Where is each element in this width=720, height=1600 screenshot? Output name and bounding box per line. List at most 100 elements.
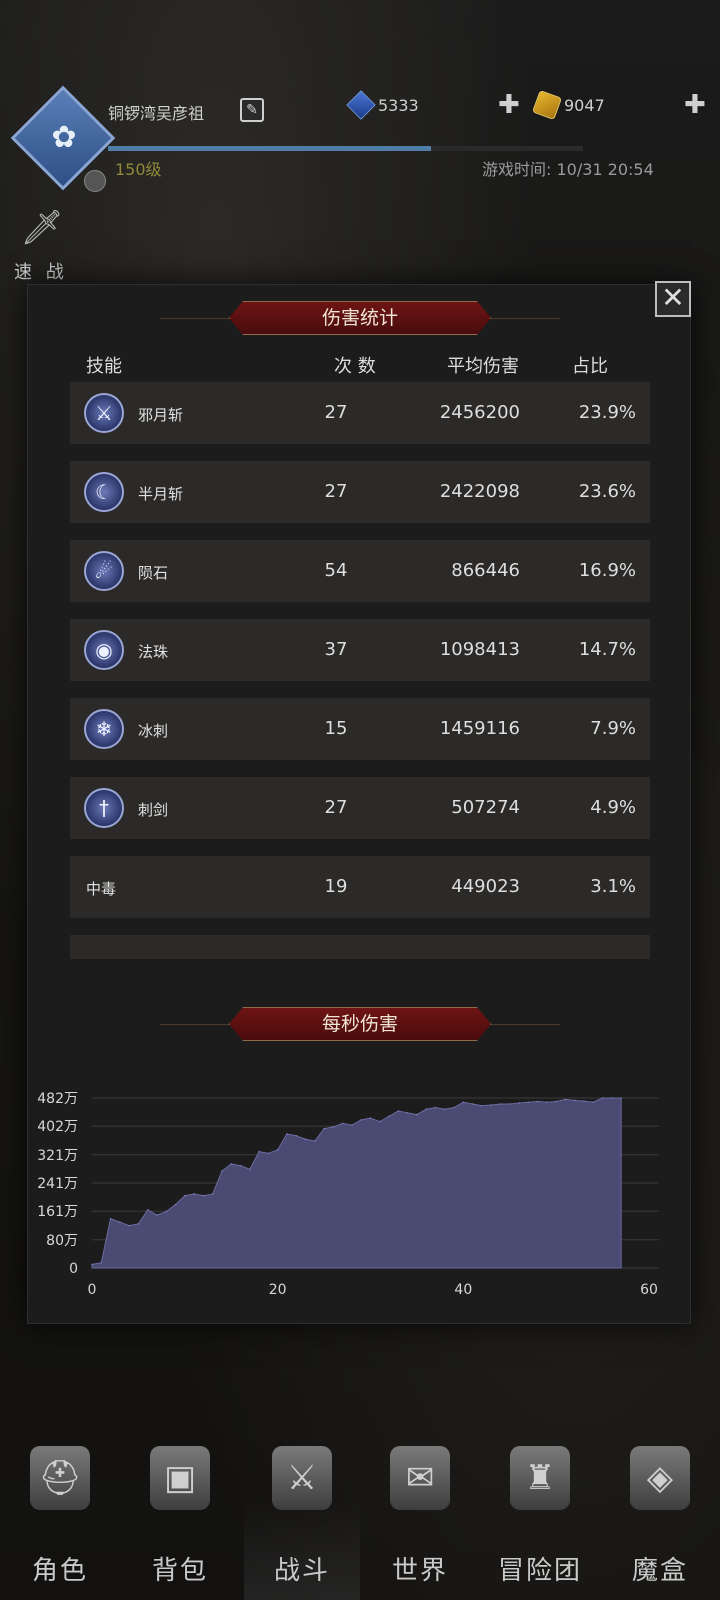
rapier-icon: † [84,788,124,828]
y-tick-label: 482万 [37,1091,78,1107]
dps-point [378,1120,381,1123]
skill-name: 刺剑 [138,801,169,819]
nav-label: 魔盒 [631,1556,688,1586]
dps-point [258,1150,260,1153]
currency-blue-value: 5333 [378,95,419,115]
table-row[interactable]: 中毒 19 449023 3.1% [70,856,650,918]
skill-name: 陨石 [138,564,169,582]
nav-label: 背包 [151,1556,208,1586]
skill-share: 23.6% [578,481,636,502]
dps-point [119,1221,121,1223]
skill-share: 4.9% [590,797,636,818]
game-time: 游戏时间: 10/31 20:54 [482,160,654,179]
nav-label: 角色 [31,1556,88,1586]
backpack-icon: ▣ [150,1446,210,1510]
skill-avg-damage: 449023 [451,876,520,897]
skill-count: 27 [324,402,348,423]
bottom-nav: ⛑ 角色 ▣ 背包 ⚔ 战斗 ✉ 世界 ♜ 冒险团 ◈ 魔盒 [0,1430,720,1600]
skill-name: 半月斩 [138,485,184,503]
dps-point [304,1138,307,1141]
dps-point [388,1115,390,1118]
exp-bar-fill [108,146,431,151]
dps-point [369,1117,372,1119]
skill-count: 15 [324,718,348,739]
x-tick-label: 0 [88,1282,97,1298]
skill-name: 冰刺 [138,722,169,740]
nav-adventure-team[interactable]: ♜ 冒险团 [482,1430,598,1600]
table-row[interactable]: † 刺剑 27 507274 4.9% [70,777,650,839]
skill-count: 27 [324,797,348,818]
table-row-partial[interactable] [70,935,650,959]
quick-battle-sword-icon[interactable]: 🗡 [12,208,72,258]
dps-point [193,1193,195,1195]
shield-sword-icon: ⚔ [272,1446,332,1510]
currency-blue: 5333 ✚ [346,90,520,120]
skill-share: 3.1% [590,876,636,897]
dps-point [221,1170,223,1172]
dps-point [314,1140,316,1142]
close-button[interactable]: ✕ [655,281,691,317]
dps-point [332,1126,335,1128]
y-tick-label: 161万 [37,1204,78,1220]
dps-point [286,1133,288,1135]
exp-bar [108,146,583,151]
skill-name: 邪月斩 [138,406,184,424]
nav-magic-box[interactable]: ◈ 魔盒 [602,1430,718,1600]
dps-point [202,1194,205,1197]
dps-point [174,1203,177,1206]
table-row[interactable]: ◉ 法珠 37 1098413 14.7% [70,619,650,681]
nav-battle[interactable]: ⚔ 战斗 [244,1430,360,1600]
y-tick-label: 402万 [37,1119,78,1135]
nav-role[interactable]: ⛑ 角色 [2,1430,118,1600]
y-tick-label: 80万 [46,1233,78,1249]
table-row[interactable]: ⚔ 邪月斩 27 2456200 23.9% [70,382,650,444]
dps-point [611,1097,613,1099]
quick-battle-label[interactable]: 速 战 [14,258,68,284]
x-tick-label: 20 [269,1282,287,1298]
dps-point [499,1103,502,1105]
dps-point [573,1099,576,1102]
dps-point [527,1101,530,1104]
table-row[interactable]: ☄ 陨石 54 866446 16.9% [70,540,650,602]
meteor-icon: ☄ [84,551,124,591]
skill-count: 27 [324,481,348,502]
add-gold-currency-button[interactable]: ✚ [684,90,706,120]
damage-stats-title: 伤害统计 [229,301,491,335]
map-scroll-icon: ✉ [390,1446,450,1510]
avatar-badge [84,170,106,192]
add-blue-currency-button[interactable]: ✚ [498,90,520,120]
skill-damage-list: ⚔ 邪月斩 27 2456200 23.9% ☾ 半月斩 27 2422098 … [70,382,650,959]
blue-gem-icon [346,90,376,120]
nav-world[interactable]: ✉ 世界 [362,1430,478,1600]
currency-gold-value: 9047 [564,95,605,115]
dps-point [536,1100,539,1103]
dps-point [239,1164,242,1167]
edit-name-icon[interactable]: ✎ [240,98,264,122]
y-tick-label: 0 [69,1261,78,1277]
player-header: ✿ 铜锣湾吴彦祖 ✎ 150级 5333 ✚ 9047 ✚ 游戏时间: 10/3… [0,0,720,290]
column-avg-damage: 平均伤害 [447,356,519,377]
ice-spike-icon: ❄ [84,709,124,749]
dps-point [406,1112,409,1114]
dps-point [397,1110,400,1112]
dps-point [249,1168,251,1171]
table-row[interactable]: ❄ 冰刺 15 1459116 7.9% [70,698,650,760]
player-name: 铜锣湾吴彦祖 [108,104,205,123]
dps-point [481,1104,483,1107]
sword-icon: ⚔ [84,393,124,433]
dps-point [620,1097,622,1099]
nav-label: 世界 [391,1556,448,1586]
y-tick-label: 321万 [37,1148,78,1164]
x-tick-label: 60 [640,1282,658,1298]
dps-point [100,1261,103,1264]
dps-point [146,1209,149,1211]
dps-point [341,1122,344,1125]
skill-count: 19 [324,876,348,897]
x-tick-label: 40 [454,1282,472,1298]
skill-avg-damage: 2422098 [439,481,520,502]
column-skill: 技能 [86,356,122,377]
table-row[interactable]: ☾ 半月斩 27 2422098 23.6% [70,461,650,523]
dps-point [360,1119,363,1121]
nav-backpack[interactable]: ▣ 背包 [122,1430,238,1600]
skill-share: 7.9% [590,718,636,739]
